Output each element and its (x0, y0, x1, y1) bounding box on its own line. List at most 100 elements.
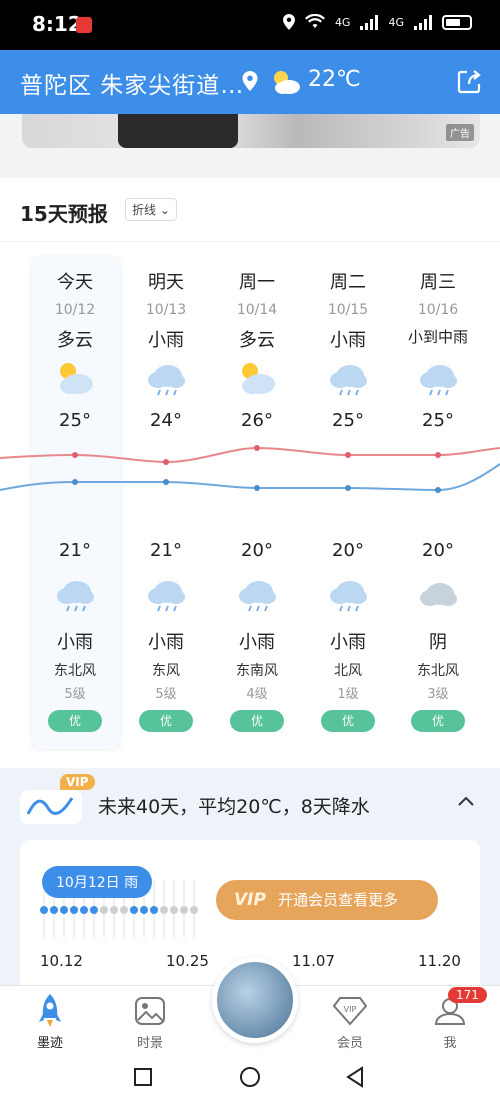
day-name: 周三 (420, 272, 456, 293)
partly-cloudy-icon (30, 358, 120, 398)
forecast-day-0[interactable]: 今天 10/12 多云 25° 21° 小雨东北风 5级优 (30, 256, 120, 732)
forecast-day-2[interactable]: 周一 10/14 多云 26° 20° 小雨东南风 4级优 (212, 256, 302, 732)
trend-logo-icon (20, 790, 82, 824)
share-icon[interactable] (455, 68, 483, 96)
forecast-title: 15天预报 (20, 202, 108, 226)
low-temperature: 21° (59, 540, 91, 561)
home-icon[interactable] (239, 1066, 261, 1088)
rain-cloud-icon (303, 358, 393, 398)
tab-scenery[interactable]: 时景 (115, 994, 185, 1051)
partly-cloudy-icon (274, 71, 300, 94)
wind-level: 4级 (246, 687, 268, 702)
back-icon[interactable] (345, 1066, 365, 1088)
day-name: 今天 (57, 272, 93, 293)
wifi-icon (304, 14, 325, 28)
wind-direction: 北风 (334, 663, 362, 679)
overcast-cloud-icon (393, 574, 483, 614)
x-label: 11.20 (418, 952, 461, 970)
rain-cloud-icon (393, 358, 483, 398)
day-condition: 多云 (57, 330, 93, 351)
signal-icon-2 (414, 14, 432, 30)
wind-level: 3级 (427, 687, 449, 702)
picture-icon (135, 997, 165, 1025)
low-temperature: 20° (241, 540, 273, 561)
ad-tag: 广告 (446, 124, 474, 141)
forecast-day-3[interactable]: 周二 10/15 小雨 25° 20° 小雨 北风 1级优 (303, 256, 393, 732)
ad-image[interactable]: 广告 (22, 114, 480, 148)
vip-badge: VIP (60, 774, 95, 790)
wind-level: 5级 (155, 687, 177, 702)
wind-direction: 东北风 (417, 663, 459, 679)
high-temperature: 24° (150, 410, 182, 431)
tab-moji[interactable]: 墨迹 (15, 994, 85, 1051)
svg-text:VIP: VIP (344, 1005, 357, 1014)
forecast-day-4[interactable]: 周三 10/16 小到中雨 25° 20° 阴东北风 3级优 (393, 256, 483, 732)
night-condition: 小雨 (148, 632, 184, 653)
partly-cloudy-icon (212, 358, 302, 398)
chevron-down-icon: ⌄ (159, 203, 170, 217)
network-label-1: 4G (334, 15, 351, 29)
day-date: 10/12 (54, 302, 96, 318)
vip-diamond-icon: VIP (333, 997, 367, 1026)
night-condition: 小雨 (330, 632, 366, 653)
aqi-badge: 优 (321, 710, 375, 732)
day-condition: 小到中雨 (407, 328, 468, 346)
day-name: 周一 (239, 272, 275, 293)
day-name: 明天 (148, 272, 184, 293)
wind-level: 5级 (64, 687, 86, 702)
system-nav-bar (0, 1055, 500, 1100)
low-temperature: 21° (150, 540, 182, 561)
network-label-2: 4G (388, 15, 404, 29)
aqi-badge: 优 (411, 710, 465, 732)
high-temperature: 25° (332, 410, 364, 431)
forty-day-summary: 未来40天，平均20℃，8天降水 (98, 796, 370, 818)
rocket-icon (39, 994, 61, 1027)
x-label: 10.25 (166, 952, 209, 970)
rain-cloud-icon (121, 358, 211, 398)
recents-icon[interactable] (133, 1067, 153, 1087)
rain-cloud-icon (30, 574, 120, 614)
rain-cloud-icon (303, 574, 393, 614)
tab-vip[interactable]: VIP 会员 (315, 994, 385, 1051)
forecast-day-1[interactable]: 明天 10/13 小雨 24° 21° 小雨东风 5级优 (121, 256, 211, 732)
rain-cloud-icon (212, 574, 302, 614)
collapse-icon[interactable] (456, 794, 476, 808)
wind-direction: 东北风 (54, 663, 96, 679)
location-pin-icon (242, 71, 258, 91)
day-name: 周二 (330, 272, 366, 293)
low-temperature: 20° (422, 540, 454, 561)
wind-direction: 东风 (152, 663, 180, 679)
forty-day-section: VIP 未来40天，平均20℃，8天降水 10月12日 雨 VIP 开通会员查看… (0, 770, 500, 990)
high-temperature: 25° (422, 410, 454, 431)
forecast-mode-dropdown[interactable]: 折线 ⌄ (125, 198, 177, 221)
current-temperature: 22℃ (308, 67, 361, 92)
vip-upgrade-button[interactable]: VIP 开通会员查看更多 (216, 880, 438, 920)
signal-icon (360, 14, 379, 30)
high-temperature: 25° (59, 410, 91, 431)
wind-level: 1级 (337, 687, 359, 702)
day-condition: 多云 (239, 330, 275, 351)
night-condition: 小雨 (57, 632, 93, 653)
rain-cloud-icon (121, 574, 211, 614)
location-title[interactable]: 普陀区 朱家尖街道… (20, 66, 244, 100)
wind-direction: 东南风 (236, 663, 278, 679)
day-date: 10/14 (236, 302, 278, 318)
header-bar: 普陀区 朱家尖街道… 22℃ (0, 50, 500, 114)
center-scene-button[interactable] (212, 957, 298, 1043)
day-condition: 小雨 (148, 330, 184, 351)
notification-icon (76, 17, 92, 33)
location-status-icon (282, 14, 295, 30)
ad-banner[interactable]: 广告 (0, 114, 500, 166)
notification-count-badge: 171 (448, 987, 487, 1003)
aqi-badge: 优 (139, 710, 193, 732)
night-condition: 小雨 (239, 632, 275, 653)
selected-date-chip: 10月12日 雨 (42, 866, 153, 898)
high-temperature: 26° (241, 410, 273, 431)
aqi-badge: 优 (48, 710, 102, 732)
x-label: 11.07 (292, 952, 335, 970)
aqi-badge: 优 (230, 710, 284, 732)
day-date: 10/13 (145, 302, 187, 318)
forecast-panel: 15天预报 折线 ⌄ 今天 10/12 多云 25° 21° 小雨东北风 5级优 明天 10/1… (0, 178, 500, 768)
day-date: 10/16 (417, 302, 459, 318)
night-condition: 阴 (429, 632, 447, 653)
